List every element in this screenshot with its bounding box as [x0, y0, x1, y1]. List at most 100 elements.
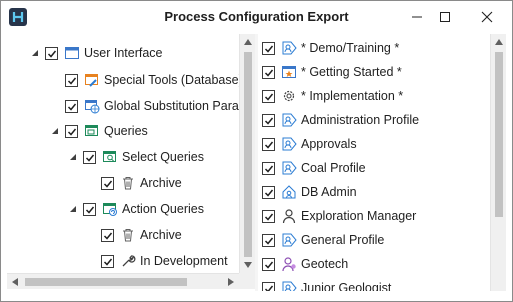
list-item-checkbox[interactable]: [262, 41, 275, 55]
tree-item-archive-select[interactable]: Archive: [101, 171, 182, 195]
list-item[interactable]: Geotech: [262, 252, 348, 276]
expand-toggle[interactable]: [67, 151, 79, 163]
close-icon: [481, 11, 493, 23]
list-item-checkbox[interactable]: [262, 161, 275, 175]
left-horizontal-scrollbar[interactable]: [7, 273, 239, 289]
checkmark-icon: [264, 93, 274, 101]
tree-item-label: Select Queries: [122, 150, 204, 164]
list-item-checkbox[interactable]: [262, 257, 275, 271]
tree-item-checkbox[interactable]: [83, 202, 96, 216]
checkmark-icon: [85, 154, 95, 162]
list-item[interactable]: Exploration Manager: [262, 204, 416, 228]
collapse-triangle-icon: [52, 128, 58, 134]
list-item-label: Approvals: [301, 137, 357, 151]
checkmark-icon: [85, 206, 95, 214]
list-item[interactable]: * Getting Started *: [262, 60, 402, 84]
tree-item-label: Archive: [140, 176, 182, 190]
scroll-up-button[interactable]: [491, 34, 507, 50]
profile-arrow-icon: [281, 160, 297, 176]
tree-item-special-tools[interactable]: Special Tools (Database): [65, 68, 239, 92]
tree-item-label: Global Substitution Param: [104, 99, 239, 113]
list-item-checkbox[interactable]: [262, 185, 275, 199]
tree-item-global-substitution[interactable]: Global Substitution Param: [65, 94, 239, 118]
tree-item-select-queries[interactable]: Select Queries: [67, 145, 204, 169]
list-item[interactable]: General Profile: [262, 228, 384, 252]
scroll-down-button[interactable]: [240, 257, 256, 273]
checkmark-icon: [264, 117, 274, 125]
checkmark-icon: [264, 285, 274, 291]
wrench-window-icon: [84, 72, 100, 88]
tree-item-user-interface[interactable]: User Interface: [29, 41, 163, 65]
checkmark-icon: [264, 45, 274, 53]
left-vertical-scrollbar[interactable]: [239, 34, 255, 273]
expand-toggle[interactable]: [67, 203, 79, 215]
list-item-checkbox[interactable]: [262, 281, 275, 291]
process-configuration-export-window: Process Configuration Export User Interf…: [0, 0, 513, 302]
arrow-up-icon: [244, 39, 252, 45]
tree-item-checkbox[interactable]: [83, 150, 96, 164]
tree-item-checkbox[interactable]: [101, 228, 114, 242]
minimize-icon: [412, 16, 422, 18]
list-item-label: Junior Geologist: [301, 281, 392, 291]
profile-arrow-icon: [281, 280, 297, 291]
checkmark-icon: [47, 50, 57, 58]
tree-item-checkbox[interactable]: [65, 99, 78, 113]
ui-tree-pane[interactable]: User Interface Special Tools (Database) …: [7, 34, 239, 291]
list-item-checkbox[interactable]: [262, 137, 275, 151]
checkmark-icon: [264, 189, 274, 197]
right-vertical-scrollbar[interactable]: [490, 34, 506, 291]
expand-toggle[interactable]: [49, 125, 61, 137]
list-item[interactable]: * Demo/Training *: [262, 36, 399, 60]
list-item-checkbox[interactable]: [262, 89, 275, 103]
scroll-up-button[interactable]: [240, 34, 256, 50]
maximize-button[interactable]: [425, 1, 465, 33]
list-item-checkbox[interactable]: [262, 65, 275, 79]
scroll-thumb[interactable]: [495, 52, 503, 217]
search-window-icon: [102, 149, 118, 165]
close-button[interactable]: [467, 1, 507, 33]
scroll-thumb[interactable]: [25, 278, 187, 286]
tree-item-label: Special Tools (Database): [104, 73, 239, 87]
list-item[interactable]: * Implementation *: [262, 84, 403, 108]
tree-item-label: User Interface: [84, 46, 163, 60]
trash-icon: [120, 227, 136, 243]
tree-item-checkbox[interactable]: [101, 176, 114, 190]
list-item-checkbox[interactable]: [262, 113, 275, 127]
tree-item-action-queries[interactable]: Action Queries: [67, 197, 204, 221]
list-item-label: Administration Profile: [301, 113, 420, 127]
list-item[interactable]: DB Admin: [262, 180, 357, 204]
list-item[interactable]: Approvals: [262, 132, 357, 156]
globe-window-icon: [84, 98, 100, 114]
list-item-checkbox[interactable]: [262, 209, 275, 223]
list-item-label: Exploration Manager: [301, 209, 417, 223]
trash-icon: [120, 175, 136, 191]
tree-item-checkbox[interactable]: [45, 46, 58, 60]
person-icon: [281, 208, 297, 224]
list-item-label: * Implementation *: [301, 89, 404, 103]
tree-item-checkbox[interactable]: [65, 124, 78, 138]
query-window-icon: [84, 123, 100, 139]
checkmark-icon: [67, 103, 77, 111]
list-item-label: General Profile: [301, 233, 385, 247]
tree-item-archive-action[interactable]: Archive: [101, 223, 182, 247]
checkmark-icon: [264, 69, 274, 77]
list-item[interactable]: Coal Profile: [262, 156, 366, 180]
expand-toggle[interactable]: [29, 47, 41, 59]
profile-arrow-icon: [281, 232, 297, 248]
tree-item-checkbox[interactable]: [65, 73, 78, 87]
tree-item-in-development[interactable]: In Development: [101, 249, 228, 273]
house-profile-icon: [281, 184, 297, 200]
tree-item-checkbox[interactable]: [101, 254, 114, 268]
collapse-triangle-icon: [70, 206, 76, 212]
list-item[interactable]: Administration Profile: [262, 108, 419, 132]
tree-item-queries[interactable]: Queries: [49, 119, 148, 143]
scroll-thumb[interactable]: [244, 52, 252, 257]
profile-arrow-icon: [281, 112, 297, 128]
list-item[interactable]: Junior Geologist: [262, 276, 391, 291]
profile-list-pane[interactable]: * Demo/Training * * Getting Started * * …: [258, 34, 490, 291]
list-item-label: * Demo/Training *: [301, 41, 400, 55]
list-item-checkbox[interactable]: [262, 233, 275, 247]
scroll-left-button[interactable]: [7, 274, 23, 290]
title-bar[interactable]: Process Configuration Export: [1, 1, 512, 33]
scroll-right-button[interactable]: [223, 274, 239, 290]
